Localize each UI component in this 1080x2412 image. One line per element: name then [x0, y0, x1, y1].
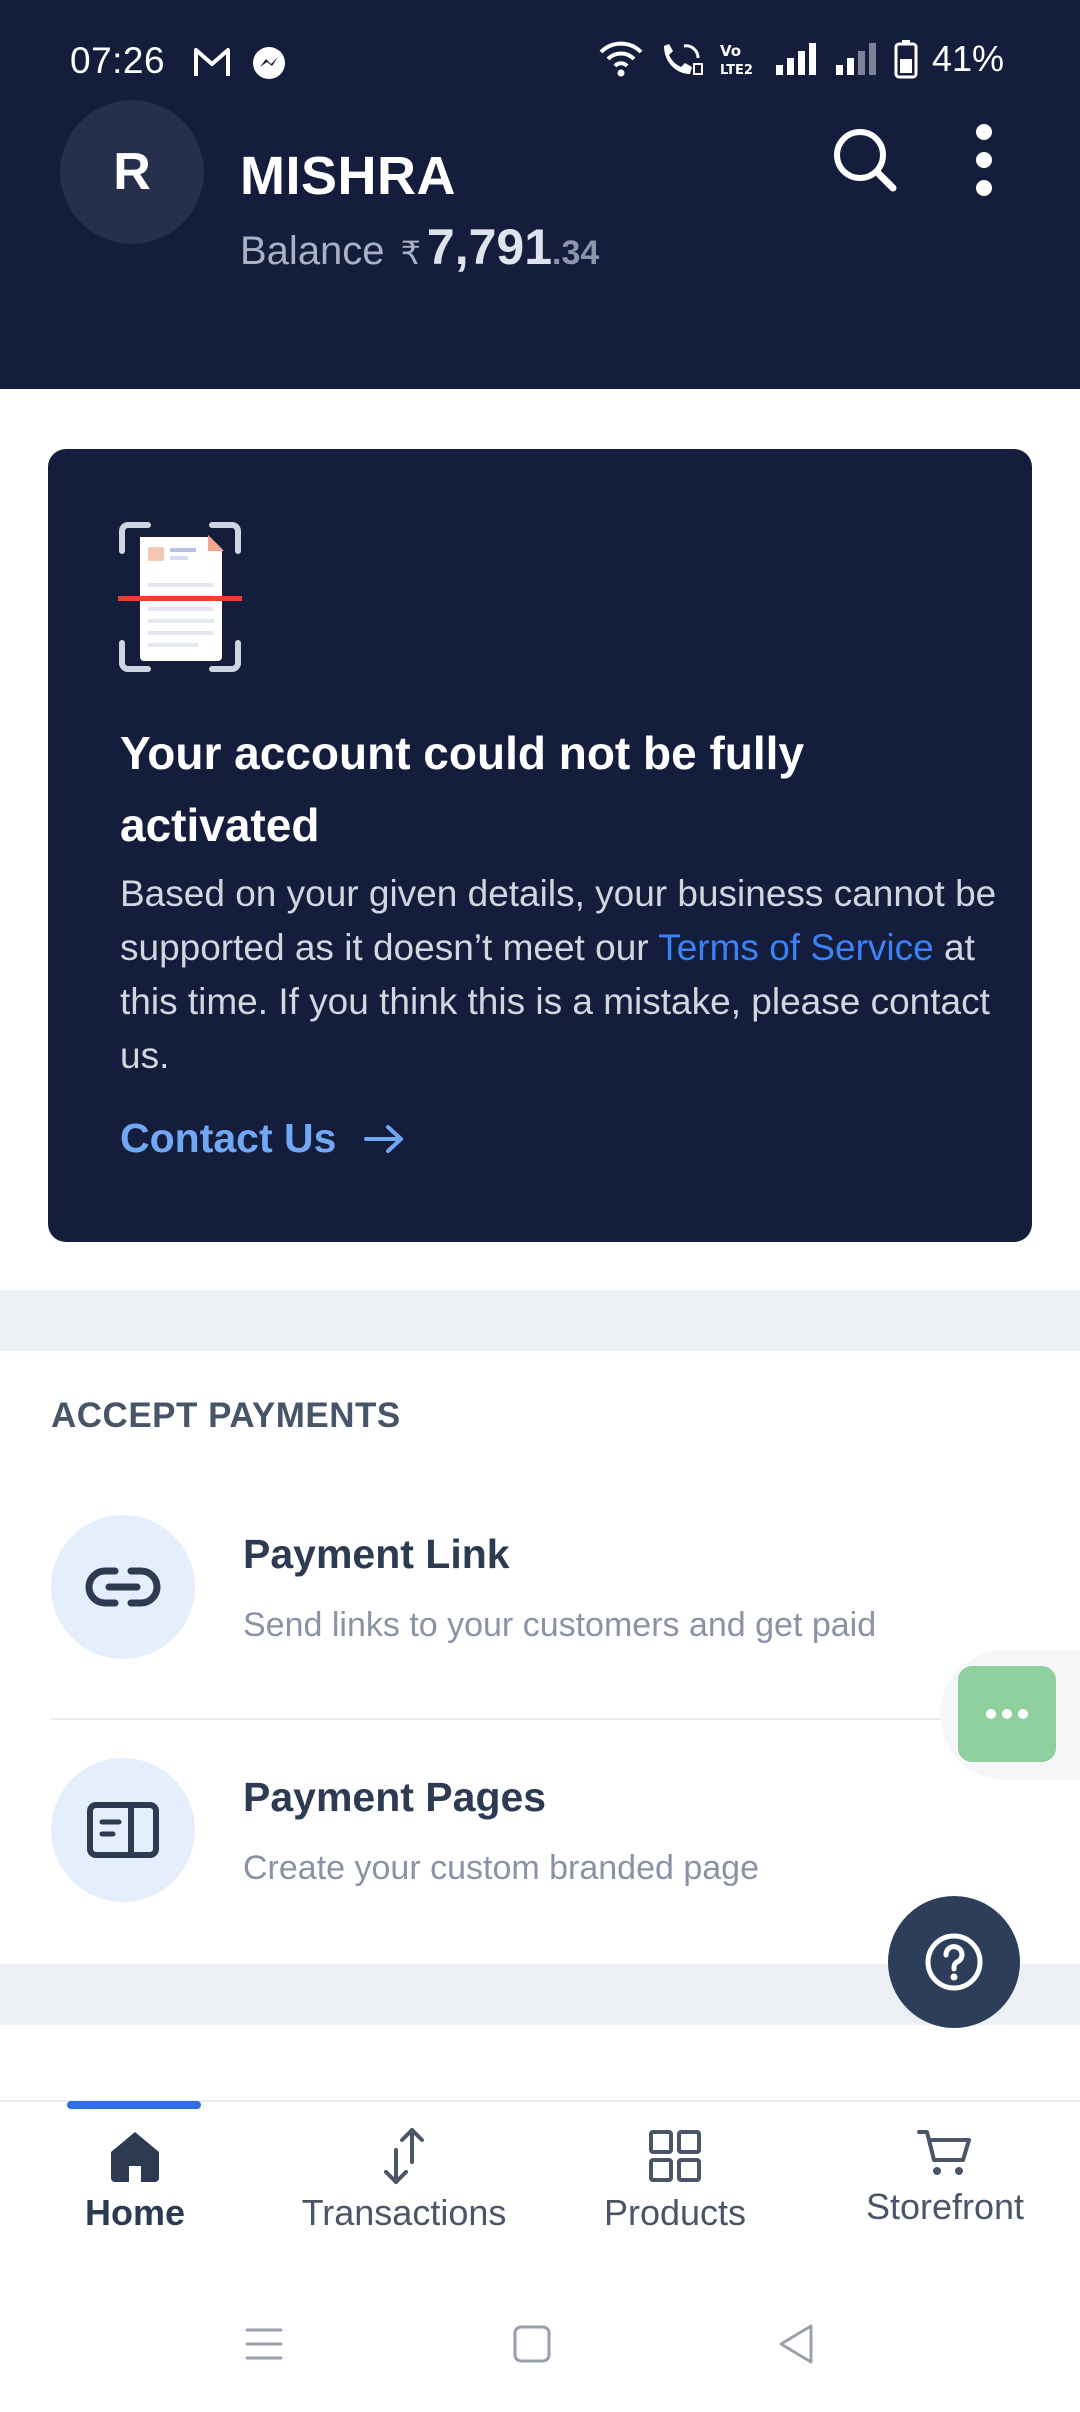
- payment-pages-icon-bg: [51, 1758, 195, 1902]
- activation-alert-card: Your account could not be fully activate…: [48, 449, 1032, 1242]
- system-navigation-bar: [0, 2280, 1080, 2412]
- balance-amount: 7,791: [426, 219, 553, 275]
- balance-fraction: .34: [552, 234, 600, 272]
- nav-products[interactable]: Products: [560, 2128, 790, 2234]
- alert-title: Your account could not be fully activate…: [120, 727, 805, 851]
- accept-payments-section: ACCEPT PAYMENTS Payment Link Send links …: [0, 1351, 1080, 1964]
- status-system-icons: Vo LTE2 41%: [598, 38, 1004, 80]
- section-separator: [0, 1290, 1080, 1351]
- back-icon[interactable]: [776, 2322, 816, 2366]
- help-circle-icon: [925, 1933, 983, 1991]
- balance: Balance ₹ 7,791 .34: [240, 218, 599, 276]
- wifi-icon: [599, 41, 643, 77]
- search-icon[interactable]: [830, 125, 898, 193]
- nav-storefront[interactable]: Storefront: [830, 2128, 1060, 2228]
- section-title: ACCEPT PAYMENTS: [51, 1396, 401, 1435]
- nav-storefront-label: Storefront: [865, 2186, 1025, 2227]
- messenger-icon: [253, 47, 285, 79]
- battery-icon: [894, 40, 918, 79]
- transfer-arrows-icon: [384, 2128, 424, 2184]
- battery-percent: 41%: [931, 38, 1004, 79]
- payment-pages-description: Create your custom branded page: [243, 1849, 759, 1887]
- payment-link-icon-bg: [51, 1515, 195, 1659]
- more-vertical-icon[interactable]: [966, 122, 1002, 198]
- payment-link-item[interactable]: Payment Link Send links to your customer…: [0, 1501, 1080, 1701]
- document-scan-icon: [118, 522, 242, 672]
- cart-icon: [917, 2130, 971, 2175]
- signal-icon: [775, 43, 816, 75]
- arrow-right-icon: [364, 1124, 404, 1153]
- avatar[interactable]: R: [60, 100, 204, 244]
- recent-apps-icon[interactable]: [244, 2324, 284, 2364]
- list-divider: [51, 1718, 1080, 1720]
- svg-text:LTE2: LTE2: [720, 63, 753, 78]
- status-notification-icons: [192, 44, 288, 82]
- chat-button[interactable]: [958, 1666, 1056, 1762]
- contact-us-label: Contact Us: [120, 1115, 337, 1161]
- merchant-name: MISHRA: [240, 146, 456, 206]
- nav-home[interactable]: Home: [20, 2128, 250, 2234]
- help-button[interactable]: [888, 1896, 1020, 2028]
- link-icon: [85, 1567, 161, 1607]
- currency-symbol: ₹: [400, 235, 421, 271]
- gmail-icon: [194, 48, 230, 76]
- svg-text:Vo: Vo: [720, 42, 741, 60]
- nav-home-label: Home: [84, 2192, 186, 2233]
- alert-message: Based on your given details, your busine…: [120, 867, 1000, 1083]
- status-bar: 07:26 Vo LTE2 41%: [0, 0, 1080, 120]
- payment-link-title: Payment Link: [243, 1531, 510, 1577]
- active-tab-indicator: [67, 2101, 201, 2109]
- signal-icon: [835, 43, 876, 75]
- home-button-icon[interactable]: [512, 2324, 552, 2364]
- status-time: 07:26: [70, 40, 166, 81]
- grid-icon: [649, 2130, 701, 2182]
- terms-of-service-link[interactable]: Terms of Service: [658, 927, 934, 968]
- more-horizontal-icon: [986, 1709, 1028, 1719]
- home-icon: [111, 2132, 159, 2182]
- nav-transactions[interactable]: Transactions: [289, 2128, 519, 2234]
- wifi-calling-icon: [663, 44, 703, 75]
- volte-icon: Vo LTE2: [720, 42, 753, 78]
- nav-products-label: Products: [603, 2192, 747, 2233]
- payment-link-description: Send links to your customers and get pai…: [243, 1606, 877, 1644]
- payment-pages-title: Payment Pages: [243, 1774, 547, 1820]
- balance-label: Balance: [240, 229, 385, 273]
- nav-transactions-label: Transactions: [301, 2192, 507, 2233]
- page-layout-icon: [87, 1802, 159, 1858]
- contact-us-button[interactable]: Contact Us: [120, 1115, 404, 1162]
